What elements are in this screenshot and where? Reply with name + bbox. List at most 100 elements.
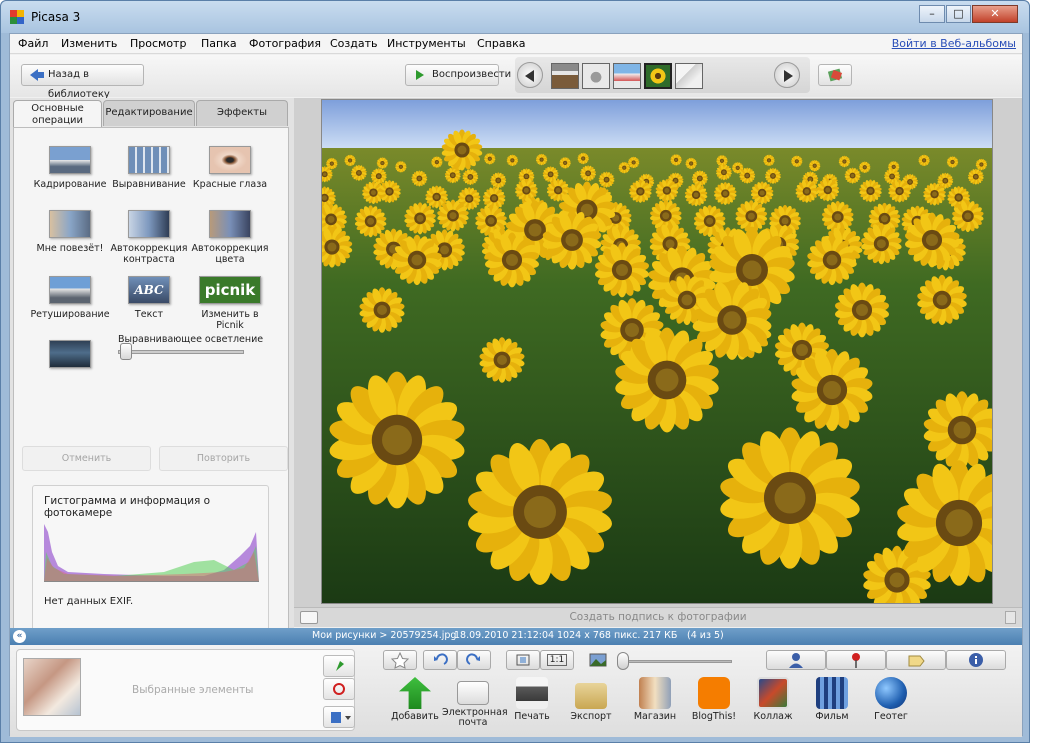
trash-icon[interactable] — [1005, 611, 1016, 624]
window-title: Picasa 3 — [31, 10, 81, 24]
blogthis-action[interactable]: BlogThis! — [683, 677, 745, 722]
fill-light-slider-knob[interactable] — [120, 343, 132, 360]
geotag-icon — [875, 677, 907, 709]
rotate-left-button[interactable] — [423, 650, 457, 670]
collapse-panel-icon[interactable]: « — [13, 630, 26, 643]
red-eye-label: Красные глаза — [192, 179, 268, 190]
people-button[interactable] — [766, 650, 826, 670]
tab-effects-label: Эффекты — [217, 107, 267, 118]
menu-create[interactable]: Создать — [330, 37, 378, 50]
upload-action[interactable]: Добавить — [384, 677, 446, 722]
picnik-label: Изменить в Picnik — [201, 309, 259, 331]
lucky-icon — [49, 210, 91, 238]
rotate-left-icon — [434, 653, 448, 665]
rotate-right-button[interactable] — [457, 650, 491, 670]
collage-icon — [757, 677, 789, 709]
clear-tray-button[interactable] — [323, 678, 355, 700]
rotate-share-button[interactable] — [818, 64, 852, 86]
auto-contrast-icon — [128, 210, 170, 238]
web-albums-link[interactable]: Войти в Веб-альбомы — [892, 37, 1016, 50]
photo-viewer — [294, 98, 1022, 615]
fill-light-slider-track[interactable] — [118, 350, 244, 354]
picasa-app-icon — [10, 10, 24, 24]
tags-button[interactable] — [886, 650, 946, 670]
play-label: Воспроизвести — [432, 69, 512, 80]
crop-tool[interactable]: Кадрирование — [28, 146, 112, 190]
menu-picture[interactable]: Фотография — [249, 37, 321, 50]
pin-icon — [336, 661, 344, 671]
email-icon — [457, 681, 489, 705]
movie-action[interactable]: Фильм — [801, 677, 863, 722]
auto-contrast-tool[interactable]: Автокоррекция контраста — [107, 210, 191, 265]
tab-tuning[interactable]: Редактирование — [103, 100, 195, 126]
undo-button[interactable]: Отменить — [22, 446, 151, 471]
menu-edit[interactable]: Изменить — [61, 37, 117, 50]
fill-light-preview — [28, 340, 112, 373]
top-toolbar: Назад в библиотеку Воспроизвести — [10, 55, 1022, 100]
minimize-button[interactable]: – — [919, 5, 945, 23]
im-feeling-lucky-tool[interactable]: Мне повезёт! — [28, 210, 112, 254]
tab-effects[interactable]: Эффекты — [196, 100, 288, 126]
menu-folder[interactable]: Папка — [201, 37, 237, 50]
caption-input[interactable]: Создать подпись к фотографии — [294, 611, 1022, 623]
tab-basic-fixes-label: Основные операции — [31, 103, 84, 126]
star-button[interactable] — [383, 650, 417, 670]
exif-info: Нет данных EXIF. — [44, 596, 134, 607]
filmstrip-thumb-2[interactable] — [582, 63, 610, 89]
zoom-slider-track[interactable] — [622, 660, 732, 663]
hold-pin-button[interactable] — [323, 655, 355, 677]
filmstrip-thumb-5[interactable] — [675, 63, 703, 89]
add-to-album-button[interactable] — [323, 706, 355, 728]
geotag-label: Геотег — [874, 711, 908, 722]
tray-thumbnail[interactable] — [23, 658, 81, 716]
rotate-right-icon — [466, 653, 480, 665]
shop-action[interactable]: Магазин — [624, 677, 686, 722]
tab-tuning-label: Редактирование — [105, 107, 193, 118]
places-button[interactable] — [826, 650, 886, 670]
email-action[interactable]: Электронная почта — [442, 677, 508, 728]
app-client-area: Файл Изменить Просмотр Папка Фотография … — [9, 33, 1023, 737]
title-bar[interactable]: Picasa 3 – □ ✕ — [1, 1, 1029, 33]
email-label: Электронная почта — [442, 707, 508, 728]
straighten-label: Выравнивание — [112, 179, 186, 190]
menu-view[interactable]: Просмотр — [130, 37, 186, 50]
crop-icon — [49, 146, 91, 174]
print-label: Печать — [514, 711, 550, 722]
movie-label: Фильм — [815, 711, 849, 722]
upload-label: Добавить — [391, 711, 439, 722]
filmstrip-thumb-4-selected[interactable] — [644, 63, 672, 89]
previous-arrow-icon — [525, 70, 534, 82]
sunflower-photo[interactable] — [311, 99, 1021, 615]
fit-view-button[interactable] — [506, 650, 540, 670]
histogram-panel: Гистограмма и информация о фотокамере Не… — [32, 485, 269, 651]
close-button[interactable]: ✕ — [972, 5, 1018, 23]
text-tool[interactable]: ABC Текст — [107, 276, 191, 320]
geotag-action[interactable]: Геотег — [860, 677, 922, 722]
collage-action[interactable]: Коллаж — [742, 677, 804, 722]
auto-color-tool[interactable]: Автокоррекция цвета — [188, 210, 272, 265]
retouch-tool[interactable]: Ретуширование — [28, 276, 112, 320]
filmstrip-thumb-3[interactable] — [613, 63, 641, 89]
redo-button[interactable]: Повторить — [159, 446, 288, 471]
tab-basic-fixes[interactable]: Основные операции — [13, 100, 102, 128]
straighten-tool[interactable]: Выравнивание — [107, 146, 191, 190]
filmstrip-thumb-1[interactable] — [551, 63, 579, 89]
info-button[interactable] — [946, 650, 1006, 670]
menu-help[interactable]: Справка — [477, 37, 525, 50]
play-slideshow-button[interactable]: Воспроизвести — [405, 64, 511, 86]
menu-file[interactable]: Файл — [18, 37, 48, 50]
menu-tools[interactable]: Инструменты — [387, 37, 466, 50]
maximize-button[interactable]: □ — [946, 5, 971, 23]
red-eye-icon — [209, 146, 251, 174]
export-action[interactable]: Экспорт — [560, 677, 622, 722]
back-to-library-button[interactable]: Назад в библиотеку — [21, 64, 144, 100]
picnik-tool[interactable]: picnik Изменить в Picnik — [188, 276, 272, 331]
export-label: Экспорт — [570, 711, 612, 722]
previous-photo-button[interactable] — [517, 62, 543, 88]
next-photo-button[interactable] — [774, 62, 800, 88]
red-eye-tool[interactable]: Красные глаза — [188, 146, 272, 190]
auto-contrast-label: Автокоррекция контраста — [110, 243, 188, 265]
actual-size-button[interactable]: 1:1 — [540, 650, 574, 670]
print-action[interactable]: Печать — [501, 677, 563, 722]
zoom-slider-knob[interactable] — [617, 652, 629, 670]
